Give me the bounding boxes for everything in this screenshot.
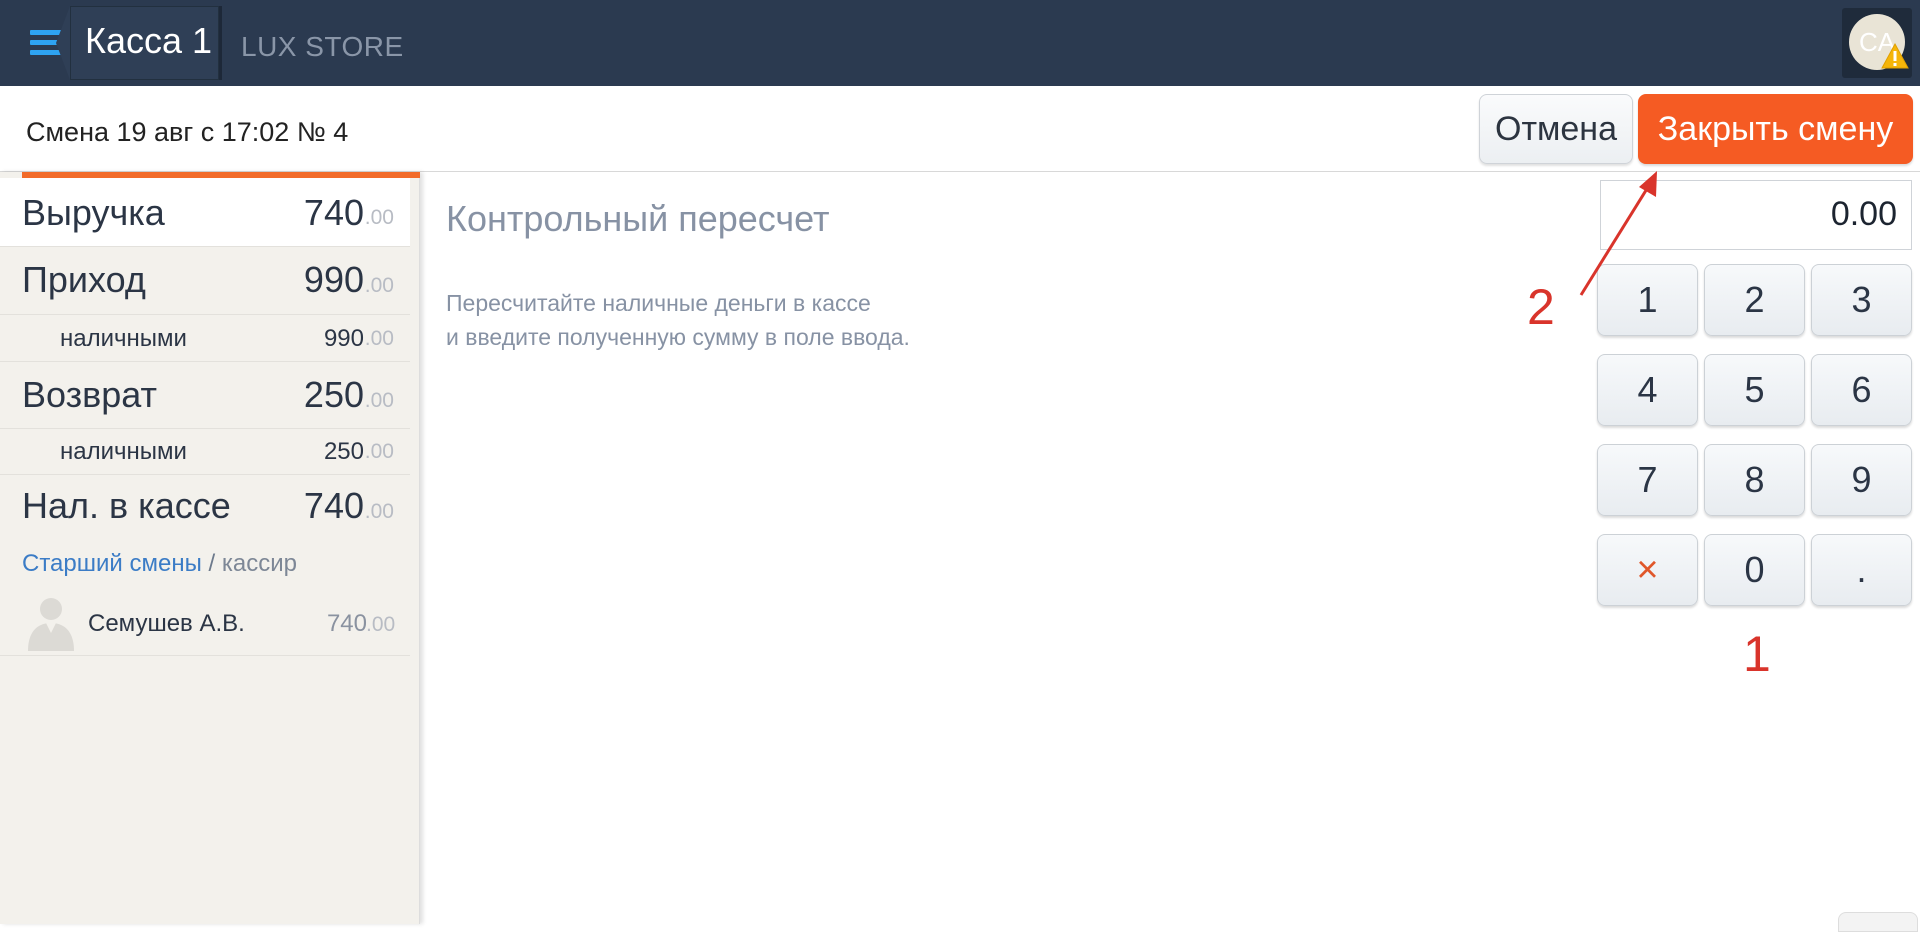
cashier-name: Семушев А.В.: [88, 610, 245, 637]
summary-cents: .00: [364, 500, 394, 523]
cashier-cents: .00: [366, 613, 396, 636]
person-icon: [28, 598, 74, 651]
key-9[interactable]: 9: [1811, 444, 1912, 516]
summary-value: 990: [303, 259, 364, 300]
summary-sublabel: наличными: [60, 325, 187, 352]
roles-line: Старший смены / кассир: [22, 550, 297, 578]
clear-key[interactable]: ×: [1597, 534, 1698, 606]
summary-sublabel: наличными: [60, 438, 187, 465]
warning-icon: [1881, 42, 1909, 69]
summary-cents: .00: [364, 327, 394, 350]
cancel-button[interactable]: Отмена: [1479, 94, 1633, 164]
annotation-step-2: 2: [1527, 279, 1555, 335]
key-2[interactable]: 2: [1704, 264, 1805, 336]
summary-row-income-cash: наличными 990 .00: [0, 315, 410, 362]
summary-value: 740: [303, 485, 364, 526]
summary-value: 250: [323, 438, 364, 465]
summary-row-income: Приход 990 .00: [0, 247, 410, 315]
store-name: LUX STORE: [241, 31, 404, 62]
page-title: Контрольный пересчет: [446, 198, 830, 239]
role-separator: /: [201, 550, 222, 577]
summary-cents: .00: [364, 389, 394, 412]
key-4[interactable]: 4: [1597, 354, 1698, 426]
senior-role-link[interactable]: Старший смены: [22, 550, 202, 577]
summary-label: Приход: [22, 259, 146, 300]
cashier-value: 740: [326, 610, 367, 637]
summary-value: 740: [303, 192, 364, 233]
summary-row-refund-cash: наличными 250 .00: [0, 429, 410, 475]
key-decimal[interactable]: .: [1811, 534, 1912, 606]
annotation-arrow: [1579, 171, 1657, 296]
divider: [0, 655, 410, 656]
summary-label: Возврат: [22, 374, 157, 415]
summary-cents: .00: [364, 206, 394, 229]
key-0[interactable]: 0: [1704, 534, 1805, 606]
register-title: Касса 1: [85, 20, 213, 61]
summary-cents: .00: [364, 440, 394, 463]
summary-row-refund: Возврат 250 .00: [0, 362, 410, 429]
shift-info: Смена 19 авг с 17:02 № 4: [26, 117, 349, 147]
summary-cents: .00: [364, 274, 394, 297]
summary-row-cash-in-register: Нал. в кассе 740 .00: [0, 475, 410, 540]
summary-label: Выручка: [22, 192, 165, 233]
close-shift-button[interactable]: Закрыть смену: [1638, 94, 1913, 164]
key-3[interactable]: 3: [1811, 264, 1912, 336]
key-8[interactable]: 8: [1704, 444, 1805, 516]
annotation-step-1: 1: [1743, 626, 1771, 682]
instruction-line-2: и введите полученную сумму в поле ввода.: [446, 324, 910, 350]
key-7[interactable]: 7: [1597, 444, 1698, 516]
key-6[interactable]: 6: [1811, 354, 1912, 426]
summary-value: 250: [303, 374, 364, 415]
summary-label: Нал. в кассе: [22, 485, 231, 526]
summary-value: 990: [323, 325, 364, 352]
cashier-role-link[interactable]: кассир: [222, 550, 297, 577]
key-5[interactable]: 5: [1704, 354, 1805, 426]
summary-row-revenue: Выручка 740 .00: [0, 178, 410, 247]
instruction-line-1: Пересчитайте наличные деньги в кассе: [446, 290, 871, 316]
corner-tab[interactable]: [1838, 912, 1918, 932]
